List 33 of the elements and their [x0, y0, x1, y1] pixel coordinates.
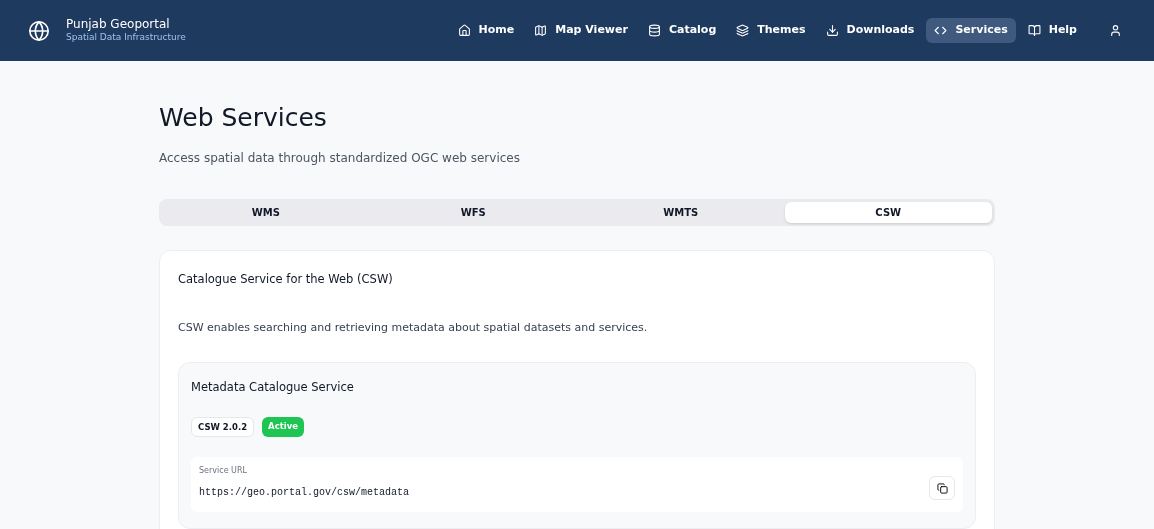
globe-icon — [28, 19, 50, 42]
url-label: Service URL — [199, 465, 248, 478]
book-icon — [1027, 24, 1041, 37]
panel-description: CSW enables searching and retrieving metadata about spatial datasets and services. — [178, 319, 649, 336]
copy-button[interactable] — [929, 476, 955, 501]
tab[interactable]: WFS — [369, 201, 577, 223]
nav-link[interactable]: Downloads — [817, 18, 923, 43]
service-title: Metadata Catalogue Service — [191, 379, 355, 397]
download-icon — [825, 24, 839, 37]
database-icon — [647, 24, 661, 37]
user-icon — [1109, 24, 1122, 37]
brand-title: Punjab Geoportal — [66, 17, 171, 33]
service-url: https://geo.portal.gov/csw/metadata — [199, 486, 410, 501]
nav-link[interactable]: Help — [1019, 18, 1085, 43]
tab[interactable]: WMTS — [577, 201, 785, 223]
panel-title: Catalogue Service for the Web (CSW) — [178, 270, 394, 288]
nav-link[interactable]: Services — [926, 18, 1016, 43]
code-icon — [934, 24, 948, 37]
nav-link[interactable]: Themes — [728, 18, 814, 43]
nav-link[interactable]: Home — [449, 18, 523, 43]
version-badge: CSW 2.0.2 — [191, 416, 255, 438]
brand-subtitle: Spatial Data Infrastructure — [66, 32, 186, 44]
map-icon — [534, 24, 548, 37]
nav-link[interactable]: Map Viewer — [526, 18, 636, 43]
tab[interactable]: WMS — [162, 201, 370, 223]
nav-link[interactable]: Catalog — [639, 18, 725, 43]
page-title: Web Services — [159, 102, 328, 134]
layers-icon — [736, 24, 750, 37]
tab[interactable]: CSW — [784, 201, 992, 223]
copy-icon — [936, 482, 948, 494]
status-badge: Active — [262, 416, 304, 438]
home-icon — [457, 24, 471, 37]
page-subtitle: Access spatial data through standardized OGC web services — [159, 149, 521, 167]
